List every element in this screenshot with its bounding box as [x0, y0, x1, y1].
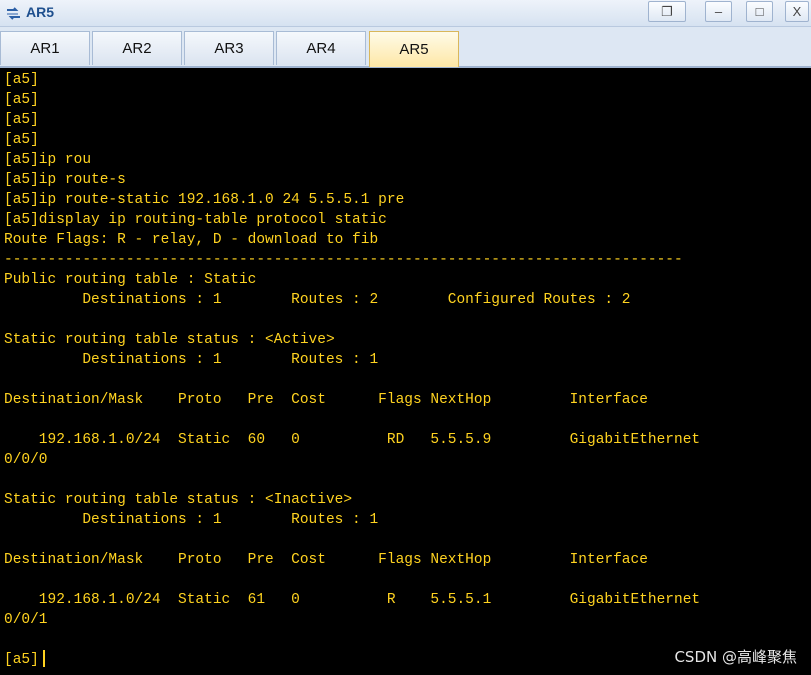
- terminal-prompt-line: [a5]: [4, 652, 39, 668]
- terminal-line: [a5]ip route-static 192.168.1.0 24 5.5.5…: [4, 192, 405, 208]
- window-title: AR5: [26, 4, 55, 20]
- terminal-line: ----------------------------------------…: [4, 252, 683, 268]
- minimize-icon: –: [714, 4, 723, 19]
- terminal-line: Destinations : 1 Routes : 2 Configured R…: [4, 292, 631, 308]
- tab-ar4[interactable]: AR4: [276, 31, 366, 65]
- terminal-line: 192.168.1.0/24 Static 60 0 RD 5.5.5.9 Gi…: [4, 432, 701, 448]
- minimize-button[interactable]: –: [705, 1, 732, 22]
- maximize-icon: □: [755, 4, 764, 19]
- terminal-line: Public routing table : Static: [4, 272, 257, 288]
- terminal-line: 192.168.1.0/24 Static 61 0 R 5.5.5.1 Gig…: [4, 592, 701, 608]
- terminal-line: 0/0/0: [4, 452, 48, 468]
- close-icon: X: [792, 4, 802, 19]
- tab-ar2[interactable]: AR2: [92, 31, 182, 65]
- tab-label: AR1: [30, 40, 60, 57]
- terminal-line: [a5]ip rou: [4, 152, 92, 168]
- terminal-line: [a5]: [4, 92, 39, 108]
- tab-ar3[interactable]: AR3: [184, 31, 274, 65]
- restore-icon: ❐: [661, 3, 673, 19]
- terminal-line: Static routing table status : <Active>: [4, 332, 335, 348]
- terminal-line: Route Flags: R - relay, D - download to …: [4, 232, 379, 248]
- terminal-line: Destination/Mask Proto Pre Cost Flags Ne…: [4, 392, 648, 408]
- terminal-line: [a5]display ip routing-table protocol st…: [4, 212, 387, 228]
- tab-ar5[interactable]: AR5: [369, 31, 459, 67]
- title-bar: AR5 ❐ – □ X: [0, 0, 811, 27]
- tab-label: AR4: [306, 40, 336, 57]
- terminal-line: [a5]: [4, 132, 39, 148]
- watermark: CSDN @高峰聚焦: [674, 648, 797, 666]
- tab-label: AR2: [122, 40, 152, 57]
- tab-label: AR3: [214, 40, 244, 57]
- terminal-line: [a5]: [4, 72, 39, 88]
- router-app-icon: [7, 7, 20, 20]
- maximize-button[interactable]: □: [746, 1, 773, 22]
- terminal-line: Destination/Mask Proto Pre Cost Flags Ne…: [4, 552, 648, 568]
- terminal-line: Destinations : 1 Routes : 1: [4, 352, 379, 368]
- tab-ar1[interactable]: AR1: [0, 31, 90, 65]
- terminal-line: Static routing table status : <Inactive>: [4, 492, 353, 508]
- text-cursor: [43, 650, 45, 667]
- terminal-line: [a5]: [4, 112, 39, 128]
- terminal-console[interactable]: [0, 68, 811, 675]
- tab-label: AR5: [399, 41, 429, 58]
- device-tab-bar: AR1 AR2 AR3 AR4 AR5: [0, 27, 811, 68]
- restore-window-button[interactable]: ❐: [648, 1, 686, 22]
- close-button[interactable]: X: [785, 1, 809, 22]
- terminal-line: [a5]ip route-s: [4, 172, 126, 188]
- terminal-line: Destinations : 1 Routes : 1: [4, 512, 379, 528]
- terminal-line: 0/0/1: [4, 612, 48, 628]
